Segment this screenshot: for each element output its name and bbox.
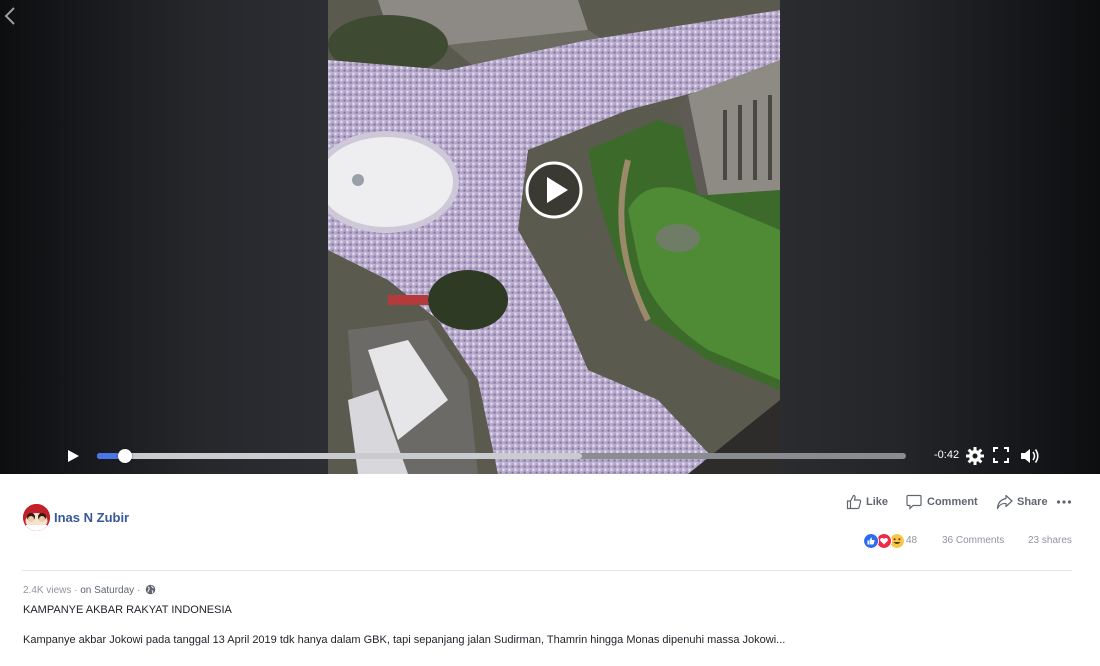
video-player[interactable]: -0:42 [0, 0, 1100, 474]
thumbs-up-icon [846, 494, 862, 510]
play-icon[interactable] [64, 447, 82, 465]
video-backdrop-left [0, 0, 330, 474]
comment-button[interactable]: Comment [906, 494, 980, 510]
globe-icon[interactable] [145, 584, 156, 595]
post-description: Kampanye akbar Jokowi pada tanggal 13 Ap… [23, 634, 786, 646]
volume-icon[interactable] [1019, 446, 1041, 466]
comments-count[interactable]: 36 Comments [942, 535, 1004, 546]
divider [22, 570, 1072, 571]
more-dots-icon[interactable] [1056, 496, 1072, 508]
post-meta: 2.4K views · on Saturday · [23, 584, 156, 596]
share-label: Share [1017, 496, 1048, 508]
time-remaining: -0:42 [934, 449, 960, 461]
fullscreen-icon[interactable] [993, 447, 1009, 463]
seek-bar[interactable] [97, 449, 906, 463]
share-arrow-icon [996, 494, 1013, 510]
like-button[interactable]: Like [846, 494, 890, 510]
reaction-count[interactable]: 48 [906, 535, 917, 546]
play-circle-icon[interactable] [525, 161, 583, 219]
speech-bubble-icon [906, 494, 922, 510]
shares-count[interactable]: 23 shares [1028, 535, 1072, 546]
post-date[interactable]: on Saturday [80, 585, 134, 596]
view-count: 2.4K views [23, 585, 72, 596]
like-reaction-icon [863, 533, 879, 549]
video-frame[interactable] [328, 0, 780, 474]
buffered-bar [97, 453, 583, 459]
like-label: Like [866, 496, 889, 508]
author-name[interactable]: Inas N Zubir [54, 510, 129, 525]
profile-picture [23, 504, 50, 531]
crowd-aerial-image [328, 0, 780, 474]
video-backdrop-right [770, 0, 1100, 474]
chevron-left-icon[interactable] [2, 4, 18, 28]
meta-separator: · [71, 585, 81, 596]
post-title: KAMPANYE AKBAR RAKYAT INDONESIA [23, 604, 232, 616]
video-controls: -0:42 [0, 438, 1100, 474]
seek-handle[interactable] [118, 449, 133, 463]
comment-label: Comment [927, 496, 978, 508]
share-button[interactable]: Share [996, 494, 1050, 510]
avatar[interactable] [23, 504, 50, 531]
meta-separator: · [134, 585, 144, 596]
gear-icon[interactable] [965, 446, 985, 466]
